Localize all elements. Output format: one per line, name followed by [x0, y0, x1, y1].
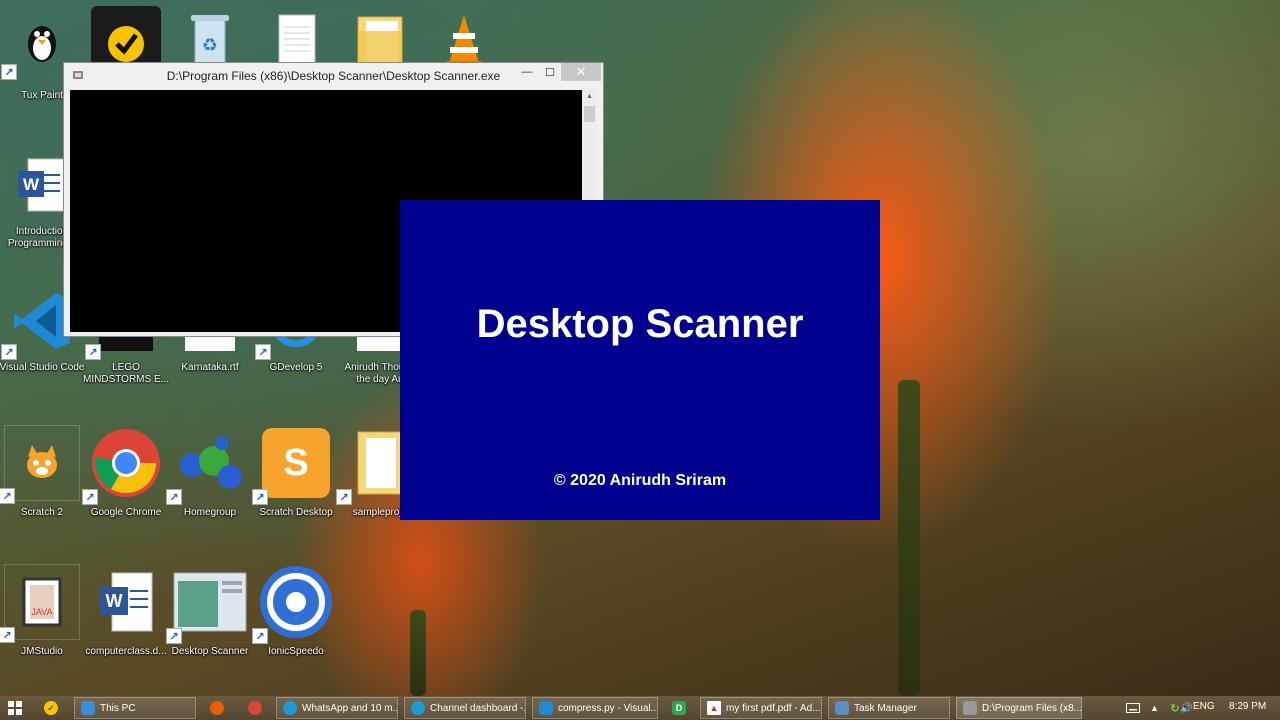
- taskbar-item-label: Task Manager: [854, 702, 917, 714]
- wallpaper-stem: [898, 380, 920, 696]
- taskbar-item-this-pc[interactable]: This PC: [74, 697, 196, 719]
- word-document-icon: W: [88, 564, 164, 640]
- norton-check-icon: ✓: [44, 701, 58, 715]
- svg-text:JAVA: JAVA: [31, 607, 52, 617]
- taskbar-chrome[interactable]: [244, 697, 266, 719]
- taskbar-item-label: D:\Program Files (x8...: [982, 702, 1082, 714]
- desktop-icon-chrome[interactable]: ↗ Google Chrome: [82, 425, 164, 555]
- app-icon: D: [672, 701, 686, 715]
- pdf-icon: ▲: [707, 701, 721, 715]
- close-button[interactable]: ✕: [561, 63, 601, 81]
- volume-icon[interactable]: 🔊: [1180, 697, 1194, 719]
- desktop-icon-jmstudio[interactable]: JAVA ↗ JMStudio: [0, 564, 80, 694]
- taskbar-item-label: compress.py - Visual...: [558, 702, 658, 714]
- taskbar-item-whatsapp[interactable]: WhatsApp and 10 m...: [276, 697, 398, 719]
- scratch-cat-icon: ↗: [0, 425, 80, 504]
- taskbar-item-compress-py[interactable]: compress.py - Visual...: [532, 697, 658, 719]
- desktop-icon-label: computerclass.d...: [85, 646, 167, 657]
- desktop-icon-label: Scratch 2: [20, 507, 64, 518]
- taskbar-firefox[interactable]: [206, 697, 228, 719]
- ionic-speedo-icon: ↗: [252, 564, 334, 644]
- desktop-icon-label: GDevelop 5: [269, 362, 323, 373]
- clock[interactable]: 8:29 PM: [1229, 701, 1266, 712]
- svg-text:W: W: [106, 591, 123, 611]
- desktop-icon-desktop-scanner[interactable]: ↗ Desktop Scanner: [166, 564, 248, 694]
- desktop-scanner-icon: ↗: [166, 564, 248, 644]
- language-indicator[interactable]: ENG: [1193, 701, 1215, 712]
- task-manager-icon: [835, 701, 849, 715]
- maximize-button[interactable]: ☐: [539, 63, 561, 81]
- splash-copyright: © 2020 Anirudh Sriram: [553, 472, 727, 489]
- taskbar-item-label: my first pdf.pdf - Ad...: [726, 702, 821, 714]
- tray-expand-icon[interactable]: ▲: [1148, 697, 1164, 719]
- chrome-icon: [248, 701, 262, 715]
- console-app-icon: [963, 701, 977, 715]
- homegroup-icon: ↗: [166, 425, 248, 505]
- desktop-icon-computerclass[interactable]: W computerclass.d...: [85, 564, 167, 694]
- desktop-icon-scratch-desktop[interactable]: S ↗ Scratch Desktop: [252, 425, 334, 555]
- scroll-up-arrow-icon[interactable]: ▲: [582, 90, 597, 104]
- svg-text:W: W: [23, 175, 40, 194]
- taskbar-norton[interactable]: ✓: [40, 697, 62, 719]
- desktop-icon-label: Visual Studio Code: [0, 362, 85, 373]
- desktop-icon-label: Karnataka.rtf: [181, 362, 239, 373]
- desktop-icon-label: LEGO MINDSTORMS E...: [83, 362, 169, 385]
- edge-icon: [411, 701, 425, 715]
- windows-logo-icon: [8, 701, 22, 715]
- taskbar-item-label: WhatsApp and 10 m...: [302, 702, 398, 714]
- taskbar-item-label: This PC: [100, 702, 136, 714]
- desktop-icon-label: Google Chrome: [90, 507, 162, 518]
- taskbar-item-label: Channel dashboard -...: [430, 702, 526, 714]
- scratch-desktop-icon: S ↗: [252, 425, 334, 505]
- desktop-icon-label: JMStudio: [21, 646, 63, 657]
- java-film-icon: JAVA ↗: [0, 564, 80, 643]
- minimize-button[interactable]: —: [515, 63, 539, 81]
- svg-text:♻: ♻: [202, 35, 218, 55]
- taskbar-item-desktop-scanner[interactable]: D:\Program Files (x8...: [956, 697, 1082, 719]
- computer-icon: [81, 701, 95, 715]
- taskbar-item-task-manager[interactable]: Task Manager: [828, 697, 950, 719]
- desktop-icon-homegroup[interactable]: ↗ Homegroup: [166, 425, 248, 555]
- desktop-icon-label: Desktop Scanner: [171, 646, 249, 657]
- desktop-icon-label: Homegroup: [183, 507, 237, 518]
- desktop-icon-label: Scratch Desktop: [259, 507, 333, 518]
- edge-icon: [283, 701, 297, 715]
- wallpaper-stem: [410, 610, 426, 696]
- taskbar-item-pdf[interactable]: ▲ my first pdf.pdf - Ad...: [700, 697, 822, 719]
- vscode-icon: [539, 701, 553, 715]
- chrome-icon: ↗: [82, 425, 164, 505]
- taskbar-green-app[interactable]: D: [668, 697, 690, 719]
- splash-screen: Desktop Scanner © 2020 Anirudh Sriram: [400, 200, 880, 520]
- keyboard-icon[interactable]: [1120, 697, 1140, 719]
- splash-title: Desktop Scanner: [476, 302, 804, 346]
- taskbar-item-channel-dashboard[interactable]: Channel dashboard -...: [404, 697, 526, 719]
- scrollbar-thumb[interactable]: [584, 106, 595, 122]
- desktop-icon-ionicspeedo[interactable]: ↗ IonicSpeedo: [252, 564, 334, 694]
- firefox-icon: [210, 701, 224, 715]
- desktop-icon-scratch2[interactable]: ↗ Scratch 2: [0, 425, 80, 555]
- desktop-icon-label: IonicSpeedo: [268, 646, 324, 657]
- start-button[interactable]: [6, 697, 28, 719]
- console-window-titlebar[interactable]: D:\Program Files (x86)\Desktop Scanner\D…: [64, 63, 603, 89]
- taskbar: ✓ This PC WhatsApp and 10 m... Channel d…: [0, 696, 1280, 720]
